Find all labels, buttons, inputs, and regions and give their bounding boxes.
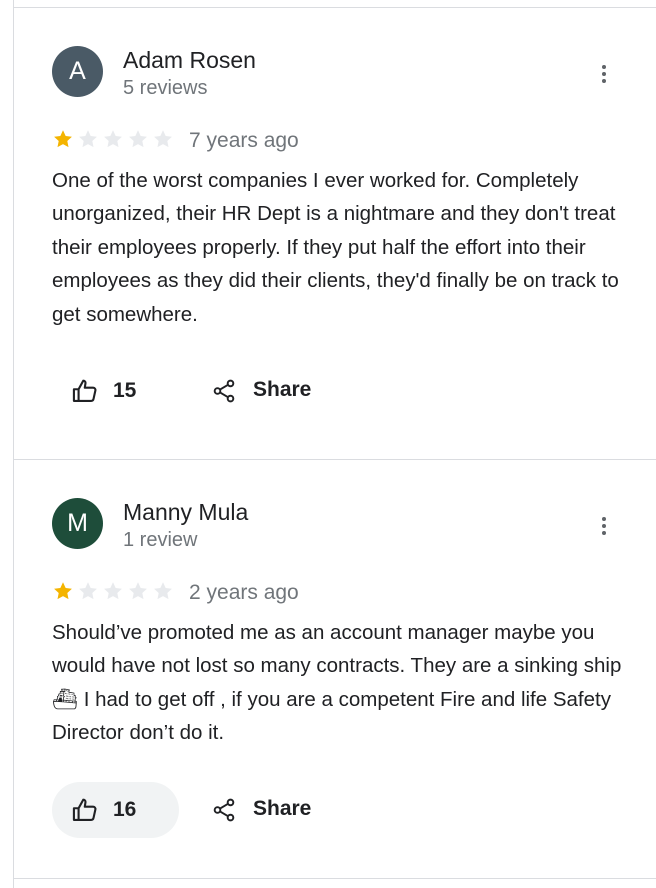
share-button[interactable]: Share: [211, 371, 321, 411]
divider: [13, 878, 656, 879]
star-empty-icon: [129, 582, 147, 600]
share-label: Share: [253, 378, 312, 401]
star-empty-icon: [129, 130, 147, 148]
panel-left-border: [13, 0, 14, 888]
like-button[interactable]: 15: [52, 363, 179, 419]
author-name[interactable]: Adam Rosen: [123, 47, 256, 74]
share-button[interactable]: Share: [211, 790, 321, 830]
star-empty-icon: [154, 582, 172, 600]
star-rating: [52, 580, 174, 602]
review-date: 2 years ago: [189, 581, 299, 604]
star-rating: [52, 128, 174, 150]
review-text: One of the worst companies I ever worked…: [52, 169, 619, 326]
divider: [13, 7, 656, 8]
star-empty-icon: [79, 582, 97, 600]
like-button[interactable]: 16: [52, 782, 179, 838]
author-review-count: 1 review: [123, 529, 198, 551]
share-icon: [213, 798, 235, 822]
divider: [13, 459, 656, 460]
author-review-count: 5 reviews: [123, 77, 208, 99]
star-filled-icon: [54, 130, 72, 148]
star-empty-icon: [104, 130, 122, 148]
like-count: 15: [113, 379, 137, 402]
star-empty-icon: [104, 582, 122, 600]
like-count: 16: [113, 798, 137, 821]
share-icon: [213, 379, 235, 403]
star-empty-icon: [79, 130, 97, 148]
review-text: Should’ve promoted me as an account mana…: [52, 621, 622, 745]
thumbs-up-icon: [72, 379, 97, 402]
reviews-panel: A Adam Rosen 5 reviews 7 years ago One o…: [0, 0, 656, 888]
more-vert-icon[interactable]: [592, 514, 616, 538]
thumbs-up-icon: [72, 798, 97, 821]
more-vert-icon[interactable]: [592, 62, 616, 86]
author-name[interactable]: Manny Mula: [123, 499, 248, 526]
star-filled-icon: [54, 582, 72, 600]
avatar[interactable]: A: [52, 46, 103, 97]
share-label: Share: [253, 797, 312, 820]
review-date: 7 years ago: [189, 129, 299, 152]
star-empty-icon: [154, 130, 172, 148]
avatar[interactable]: M: [52, 498, 103, 549]
